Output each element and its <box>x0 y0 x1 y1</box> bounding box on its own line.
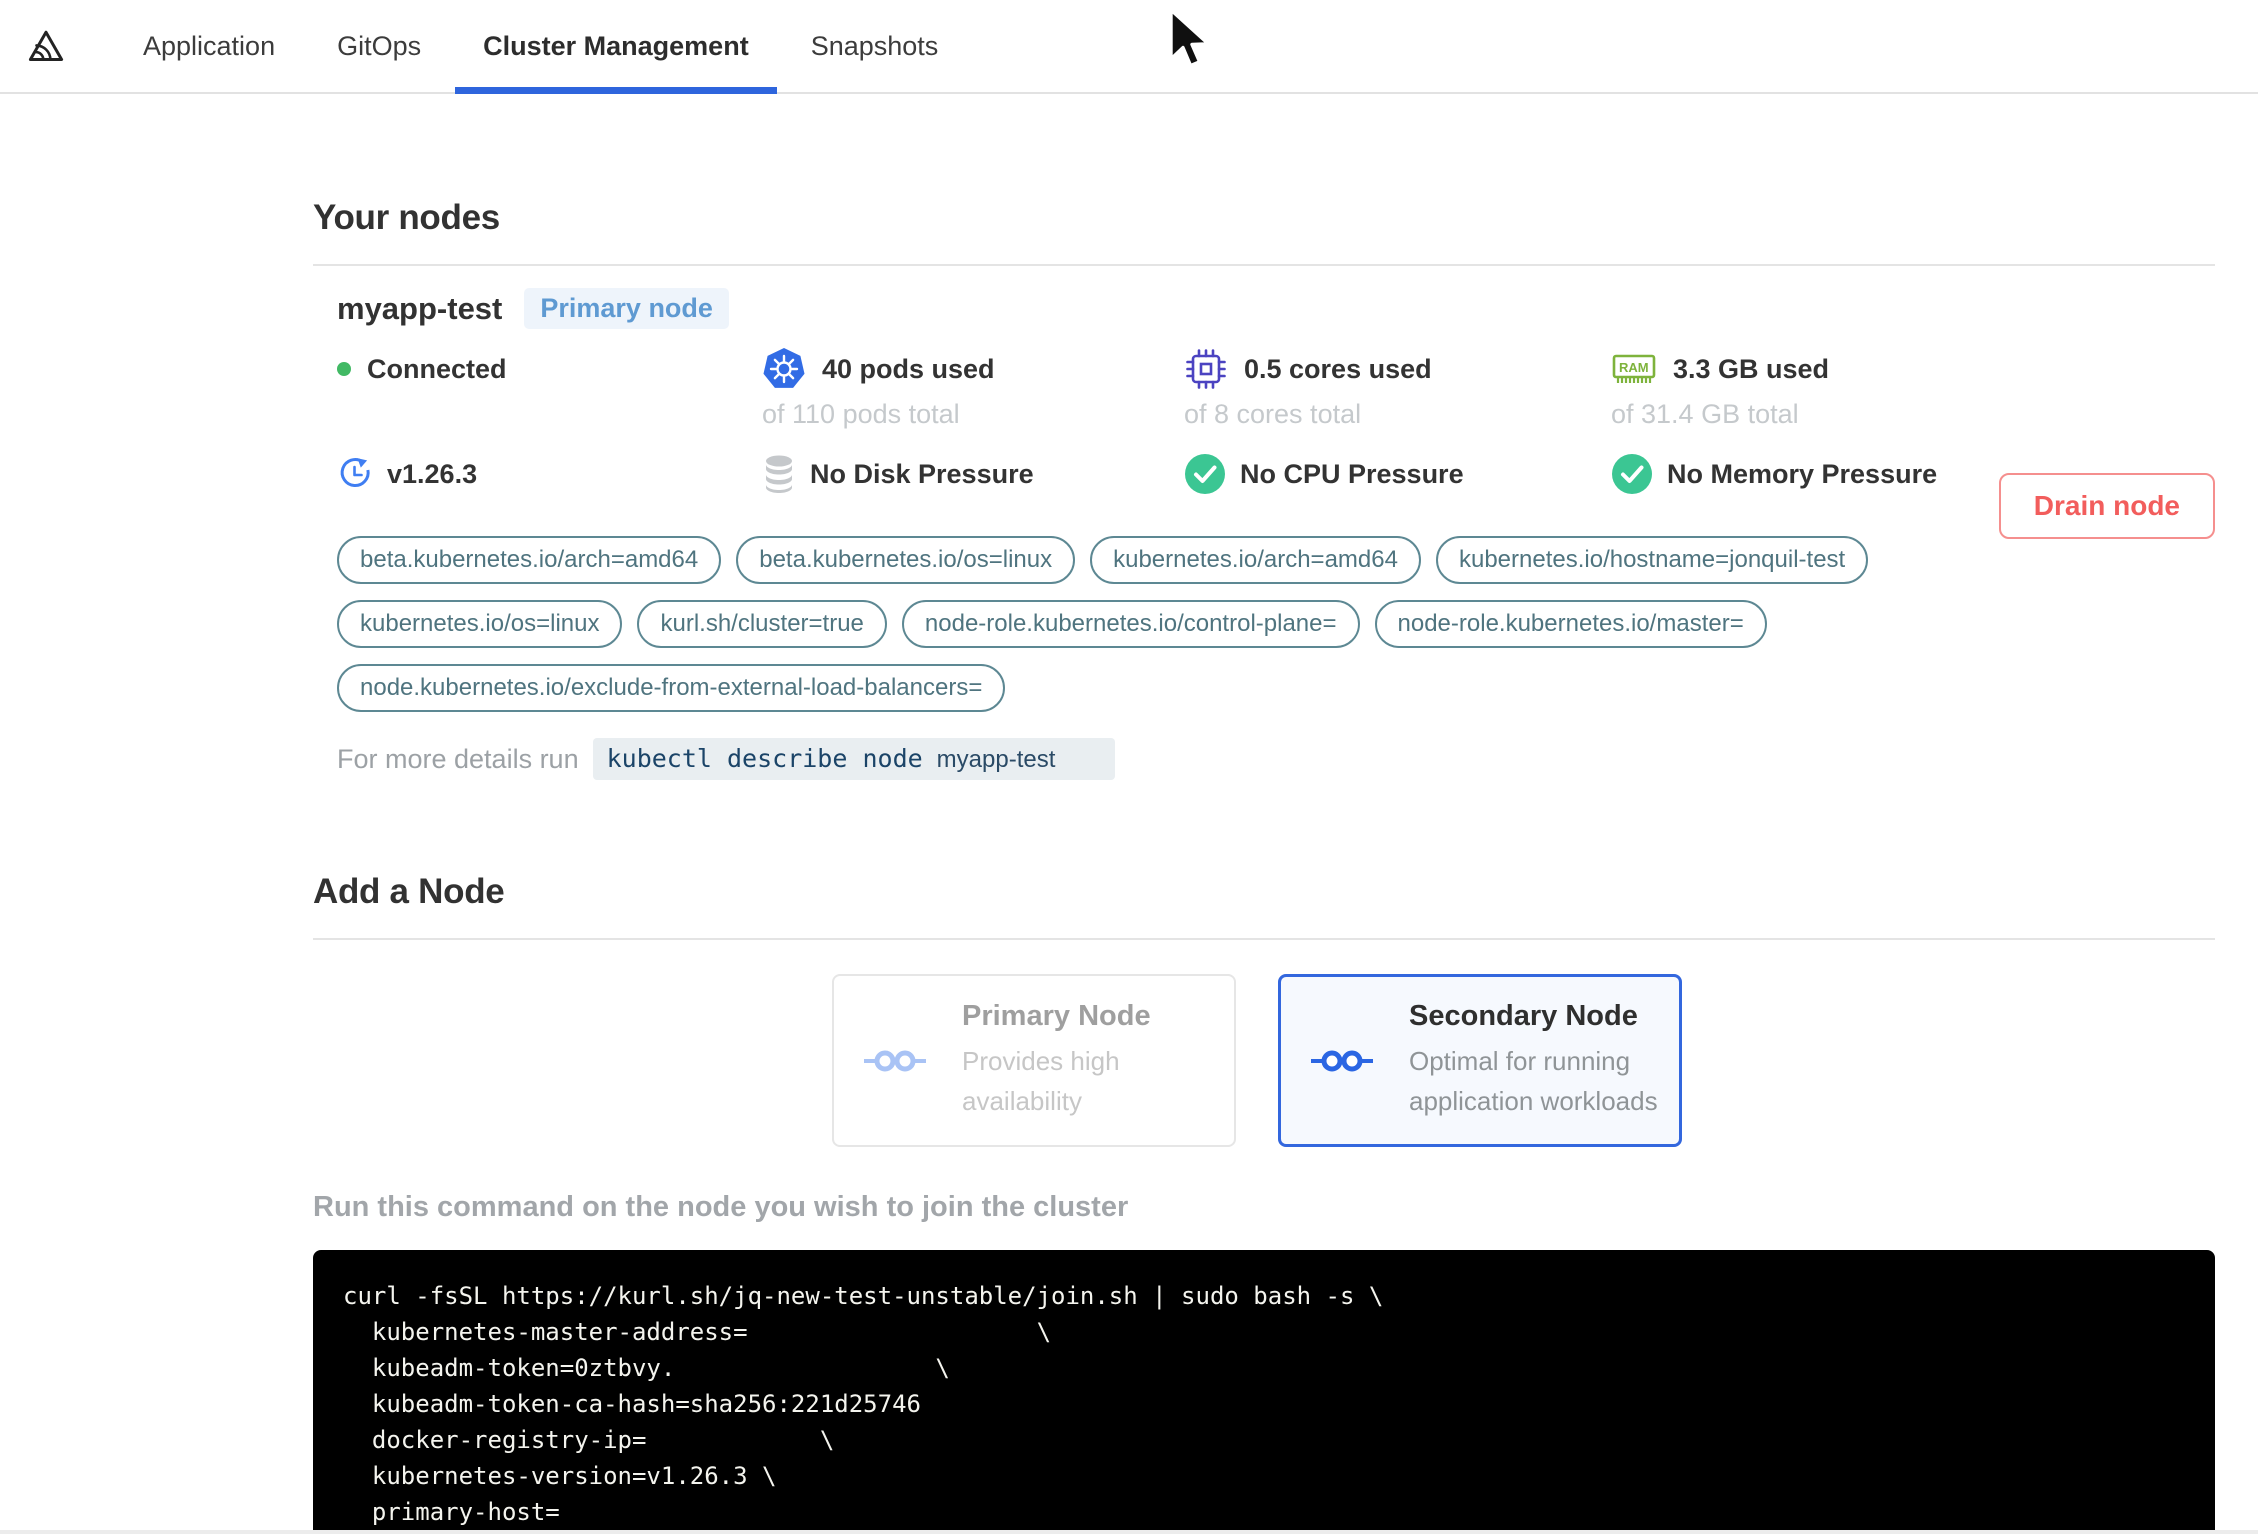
app-logo-icon <box>28 30 64 61</box>
primary-node-option[interactable]: Primary Node Provides high availability <box>832 974 1236 1147</box>
node-card: Drain node myapp-test Primary node Conne… <box>313 266 2215 780</box>
details-prefix: For more details run <box>337 743 579 774</box>
secondary-node-option-description: Optimal for running application workload… <box>1409 1046 1658 1116</box>
join-instruction: Run this command on the node you wish to… <box>313 1191 1129 1223</box>
node-label-pill: kubernetes.io/arch=amd64 <box>1090 536 1421 584</box>
memory-total-label: of 31.4 GB total <box>1611 399 1799 429</box>
top-navigation-bar: Application GitOps Cluster Management Sn… <box>0 0 2258 94</box>
primary-node-option-title: Primary Node <box>962 1000 1151 1032</box>
check-circle-icon <box>1184 453 1226 495</box>
connected-dot-icon <box>337 362 351 376</box>
node-labels: beta.kubernetes.io/arch=amd64 beta.kuber… <box>337 536 1927 712</box>
details-hint: For more details run kubectl describe no… <box>337 738 2215 780</box>
node-label-pill: node-role.kubernetes.io/control-plane= <box>901 600 1360 648</box>
svg-text:RAM: RAM <box>1619 360 1649 375</box>
kubectl-node-name: myapp-test <box>936 746 1056 773</box>
memory-used-label: 3.3 GB used <box>1673 353 1830 384</box>
section-divider <box>313 938 2215 940</box>
node-link-icon <box>862 1046 928 1076</box>
check-circle-icon <box>1611 453 1653 495</box>
cpu-pressure-condition: No CPU Pressure <box>1184 452 1611 496</box>
node-status-label: Connected <box>367 353 507 384</box>
disk-pressure-condition: No Disk Pressure <box>762 452 1184 496</box>
add-node-title: Add a Node <box>313 872 505 911</box>
window-bottom-edge <box>0 1530 2258 1534</box>
disk-pressure-label: No Disk Pressure <box>810 458 1034 489</box>
node-type-options: Primary Node Provides high availability … <box>832 974 2215 1147</box>
primary-node-option-description: Provides high availability <box>962 1046 1120 1116</box>
kubectl-command: kubectl describe node <box>606 744 923 773</box>
node-name: myapp-test <box>337 290 503 326</box>
secondary-node-option-title: Secondary Node <box>1409 1000 1638 1032</box>
pods-total-label: of 110 pods total <box>762 399 960 429</box>
node-label-pill: beta.kubernetes.io/arch=amd64 <box>337 536 722 584</box>
primary-node-badge: Primary node <box>524 288 729 329</box>
node-stats-grid: Connected 40 pods used of 110 pods total… <box>337 347 2215 496</box>
cpu-stat: 0.5 cores used of 8 cores total <box>1184 347 1611 430</box>
tab-application[interactable]: Application <box>115 0 303 92</box>
join-command-text: curl -fsSL https://kurl.sh/jq-new-test-u… <box>343 1282 1384 1526</box>
node-label-pill: beta.kubernetes.io/os=linux <box>736 536 1076 584</box>
tab-snapshots[interactable]: Snapshots <box>783 0 967 92</box>
kubectl-describe-chip: kubectl describe node myapp-test <box>592 738 1116 780</box>
node-label-pill: node-role.kubernetes.io/master= <box>1374 600 1767 648</box>
node-label-pill: node.kubernetes.io/exclude-from-external… <box>337 664 1006 712</box>
ram-icon: RAM <box>1611 349 1657 389</box>
memory-stat: RAM 3.3 GB used of 31.4 GB total <box>1611 347 2215 430</box>
cpu-pressure-label: No CPU Pressure <box>1240 458 1464 489</box>
cores-used-label: 0.5 cores used <box>1244 353 1432 384</box>
tab-gitops[interactable]: GitOps <box>309 0 449 92</box>
node-version: v1.26.3 <box>337 452 762 496</box>
node-label-pill: kubernetes.io/hostname=jonquil-test <box>1435 536 1869 584</box>
your-nodes-title: Your nodes <box>313 198 500 237</box>
version-icon <box>337 456 373 492</box>
cpu-icon <box>1184 347 1228 391</box>
kubernetes-icon <box>762 347 806 391</box>
disk-icon <box>762 453 796 495</box>
cores-total-label: of 8 cores total <box>1184 399 1362 429</box>
memory-pressure-label: No Memory Pressure <box>1667 458 1938 489</box>
node-version-label: v1.26.3 <box>387 458 478 489</box>
main-tabs: Application GitOps Cluster Management Sn… <box>112 0 969 94</box>
join-command-block: curl -fsSL https://kurl.sh/jq-new-test-u… <box>313 1250 2215 1534</box>
node-link-icon <box>1309 1046 1375 1076</box>
pods-stat: 40 pods used of 110 pods total <box>762 347 1184 430</box>
node-label-pill: kubernetes.io/os=linux <box>337 600 623 648</box>
secondary-node-option[interactable]: Secondary Node Optimal for running appli… <box>1278 974 1682 1147</box>
drain-node-button[interactable]: Drain node <box>1998 473 2215 539</box>
node-status: Connected <box>337 347 762 391</box>
node-label-pill: kurl.sh/cluster=true <box>637 600 887 648</box>
tab-cluster-management[interactable]: Cluster Management <box>455 0 777 94</box>
pods-used-label: 40 pods used <box>822 353 995 384</box>
